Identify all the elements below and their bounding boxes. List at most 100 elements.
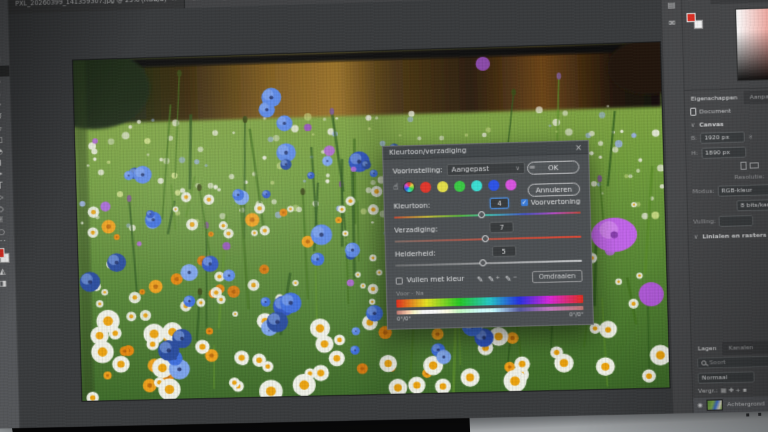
ok-button[interactable]: OK <box>527 160 580 175</box>
shape-tool[interactable]: ◇ <box>0 203 13 215</box>
range-label: Voor - Na <box>396 290 424 298</box>
saturation-label: Verzadiging: <box>394 225 438 234</box>
preset-label: Voorinstelling: <box>393 166 443 175</box>
comments-panel-icon[interactable]: ✉ <box>668 19 675 28</box>
preview-label: Voorvertoning <box>531 197 581 206</box>
canvas-width-field[interactable]: 1920 px <box>700 131 745 143</box>
eyedropper-icon[interactable]: ✐ <box>475 275 484 282</box>
eraser-tool[interactable]: ▱ <box>0 122 11 134</box>
healing-brush-tool[interactable]: ❋ <box>0 77 10 89</box>
lightness-label: Helderheid: <box>395 249 436 258</box>
width-label: B: <box>691 135 697 142</box>
dialog-title: Kleurtoon/verzadiging <box>389 146 467 156</box>
mode-label: Modus: <box>692 188 714 196</box>
cancel-button[interactable]: Annuleren <box>527 182 580 196</box>
layer-name: Achtergrond <box>727 400 765 408</box>
orientation-portrait-icon[interactable] <box>740 162 746 170</box>
lasso-tool[interactable]: ∽ <box>0 19 8 31</box>
dialog-close-icon[interactable]: × <box>575 143 582 152</box>
search-label: Soort <box>709 359 725 366</box>
right-panels: KleurStalenVerlopen EigenschappenAanpass… <box>681 0 768 413</box>
saturation-value-input[interactable]: 7 <box>490 221 514 233</box>
resolution-label: Resolutie: <box>734 173 764 181</box>
pen-tool[interactable]: ✒ <box>0 168 12 180</box>
panel-color-swatches[interactable] <box>686 13 703 30</box>
chevron-down-icon: ∨ <box>690 122 695 129</box>
layer-search-input[interactable]: Soort <box>697 355 768 369</box>
color-wheel-icon[interactable] <box>403 181 415 193</box>
type-tool[interactable]: T <box>0 180 13 192</box>
tab-aanpassingen[interactable]: Aanpassingen <box>743 89 768 104</box>
fill-select[interactable] <box>719 215 754 227</box>
tab-kanalen[interactable]: Kanalen <box>722 341 759 355</box>
color-range-swatch-2[interactable] <box>455 180 466 191</box>
marquee-tool[interactable]: ▢ <box>0 8 8 20</box>
photoshop-window: ✚▢∽◲⊡⊠✐❋✎✑↺▱◧◔◖✒T▷◇✌○••• ◭ ◨ PXL_2026039… <box>0 0 768 429</box>
eyedropper-tool[interactable]: ✐ <box>0 65 9 77</box>
hand-tool[interactable]: ✌ <box>0 214 14 226</box>
color-range-swatch-5[interactable] <box>506 179 517 190</box>
document-icon <box>690 108 696 116</box>
brush-tool[interactable]: ✎ <box>0 88 10 100</box>
search-icon <box>701 360 706 365</box>
eyedropper-add-icon[interactable]: ✐ <box>486 275 495 282</box>
color-range-swatch-4[interactable] <box>489 179 500 190</box>
range-degrees-left: 0°/0° <box>397 316 412 322</box>
foreground-color-swatch[interactable] <box>0 248 5 258</box>
blur-tool[interactable]: ◔ <box>0 145 12 157</box>
orientation-landscape-icon[interactable] <box>749 162 758 168</box>
fill-label: Vulling: <box>693 218 716 226</box>
height-label: H: <box>691 150 698 157</box>
preview-checkbox[interactable]: ✓ <box>521 199 528 206</box>
dodge-tool[interactable]: ◖ <box>0 157 12 169</box>
layer-thumbnail <box>707 399 724 410</box>
history-brush-tool[interactable]: ↺ <box>0 111 11 123</box>
saturation-slider-knob[interactable] <box>482 235 489 242</box>
more-tools[interactable]: ••• <box>0 237 14 246</box>
layer-visibility-icon[interactable]: ◉ <box>697 402 703 409</box>
document-label: Document <box>699 107 731 115</box>
invert-button[interactable]: Omdraaien <box>532 270 583 283</box>
photo-of-monitor: ▪▪ ✚▢∽◲⊡⊠✐❋✎✑↺▱◧◔◖✒T▷◇✌○••• ◭ ◨ PXL_2026… <box>0 0 768 432</box>
color-swatches[interactable] <box>0 248 10 263</box>
screen-mode-icon[interactable]: ◨ <box>0 278 15 290</box>
color-mode-select[interactable]: RGB-kleur <box>717 183 768 197</box>
zoom-tool[interactable]: ○ <box>0 226 14 238</box>
eyedropper-subtract-icon[interactable]: ✐ <box>503 274 512 281</box>
hue-slider-knob[interactable] <box>478 211 485 218</box>
lock-icons[interactable]: ▦ ✚ + ▪ <box>721 387 747 395</box>
colorize-checkbox[interactable] <box>396 277 403 284</box>
lock-label: Vergr.: <box>698 387 718 395</box>
blend-mode-select[interactable]: Normaal <box>698 371 755 383</box>
preset-select[interactable]: Aangepast ∨ <box>446 162 525 176</box>
canvas-height-field[interactable]: 1890 px <box>701 147 746 159</box>
link-dimensions-icon[interactable]: ∞ <box>747 134 754 139</box>
color-picker-field[interactable] <box>735 6 768 81</box>
path-selection-tool[interactable]: ▷ <box>0 191 13 203</box>
lightness-value-input[interactable]: 5 <box>492 245 516 257</box>
range-degrees-right: 0°/0° <box>569 312 584 318</box>
histogram-panel-icon[interactable]: ▤ <box>668 0 676 9</box>
gradient-tool[interactable]: ◧ <box>0 134 11 146</box>
foreground-color-swatch[interactable] <box>686 13 695 22</box>
hue-value-input[interactable]: 4 <box>490 197 509 209</box>
tab-lagen[interactable]: Lagen <box>692 342 723 356</box>
color-range-swatch-1[interactable] <box>437 181 448 192</box>
crop-tool[interactable]: ⊡ <box>0 42 9 54</box>
dialog-color-swatches <box>420 179 517 193</box>
clone-stamp-tool[interactable]: ✑ <box>0 99 10 111</box>
chevron-down-icon: ∨ <box>515 165 520 172</box>
color-range-swatch-0[interactable] <box>420 181 431 192</box>
targeted-adjustment-icon[interactable]: ☝ <box>393 182 399 192</box>
quick-mask-icon[interactable]: ◭ <box>0 266 15 278</box>
chevron-down-icon: ∨ <box>694 234 699 241</box>
layer-lock-row: Vergr.: ▦ ✚ + ▪ <box>693 383 768 397</box>
lightness-slider-knob[interactable] <box>479 259 486 266</box>
color-range-swatch-3[interactable] <box>472 180 483 191</box>
bit-depth-select[interactable]: 8 bits/kanaal <box>736 198 768 211</box>
layer-row-background[interactable]: ◉ Achtergrond <box>693 395 768 413</box>
object-selection-tool[interactable]: ◲ <box>0 31 8 43</box>
frame-tool[interactable]: ⊠ <box>0 54 9 66</box>
tab-close-icon[interactable]: × <box>171 0 177 3</box>
tab-label: PXL_20260399_141359307.jpg @ 25% (RGB/8) <box>15 0 166 8</box>
